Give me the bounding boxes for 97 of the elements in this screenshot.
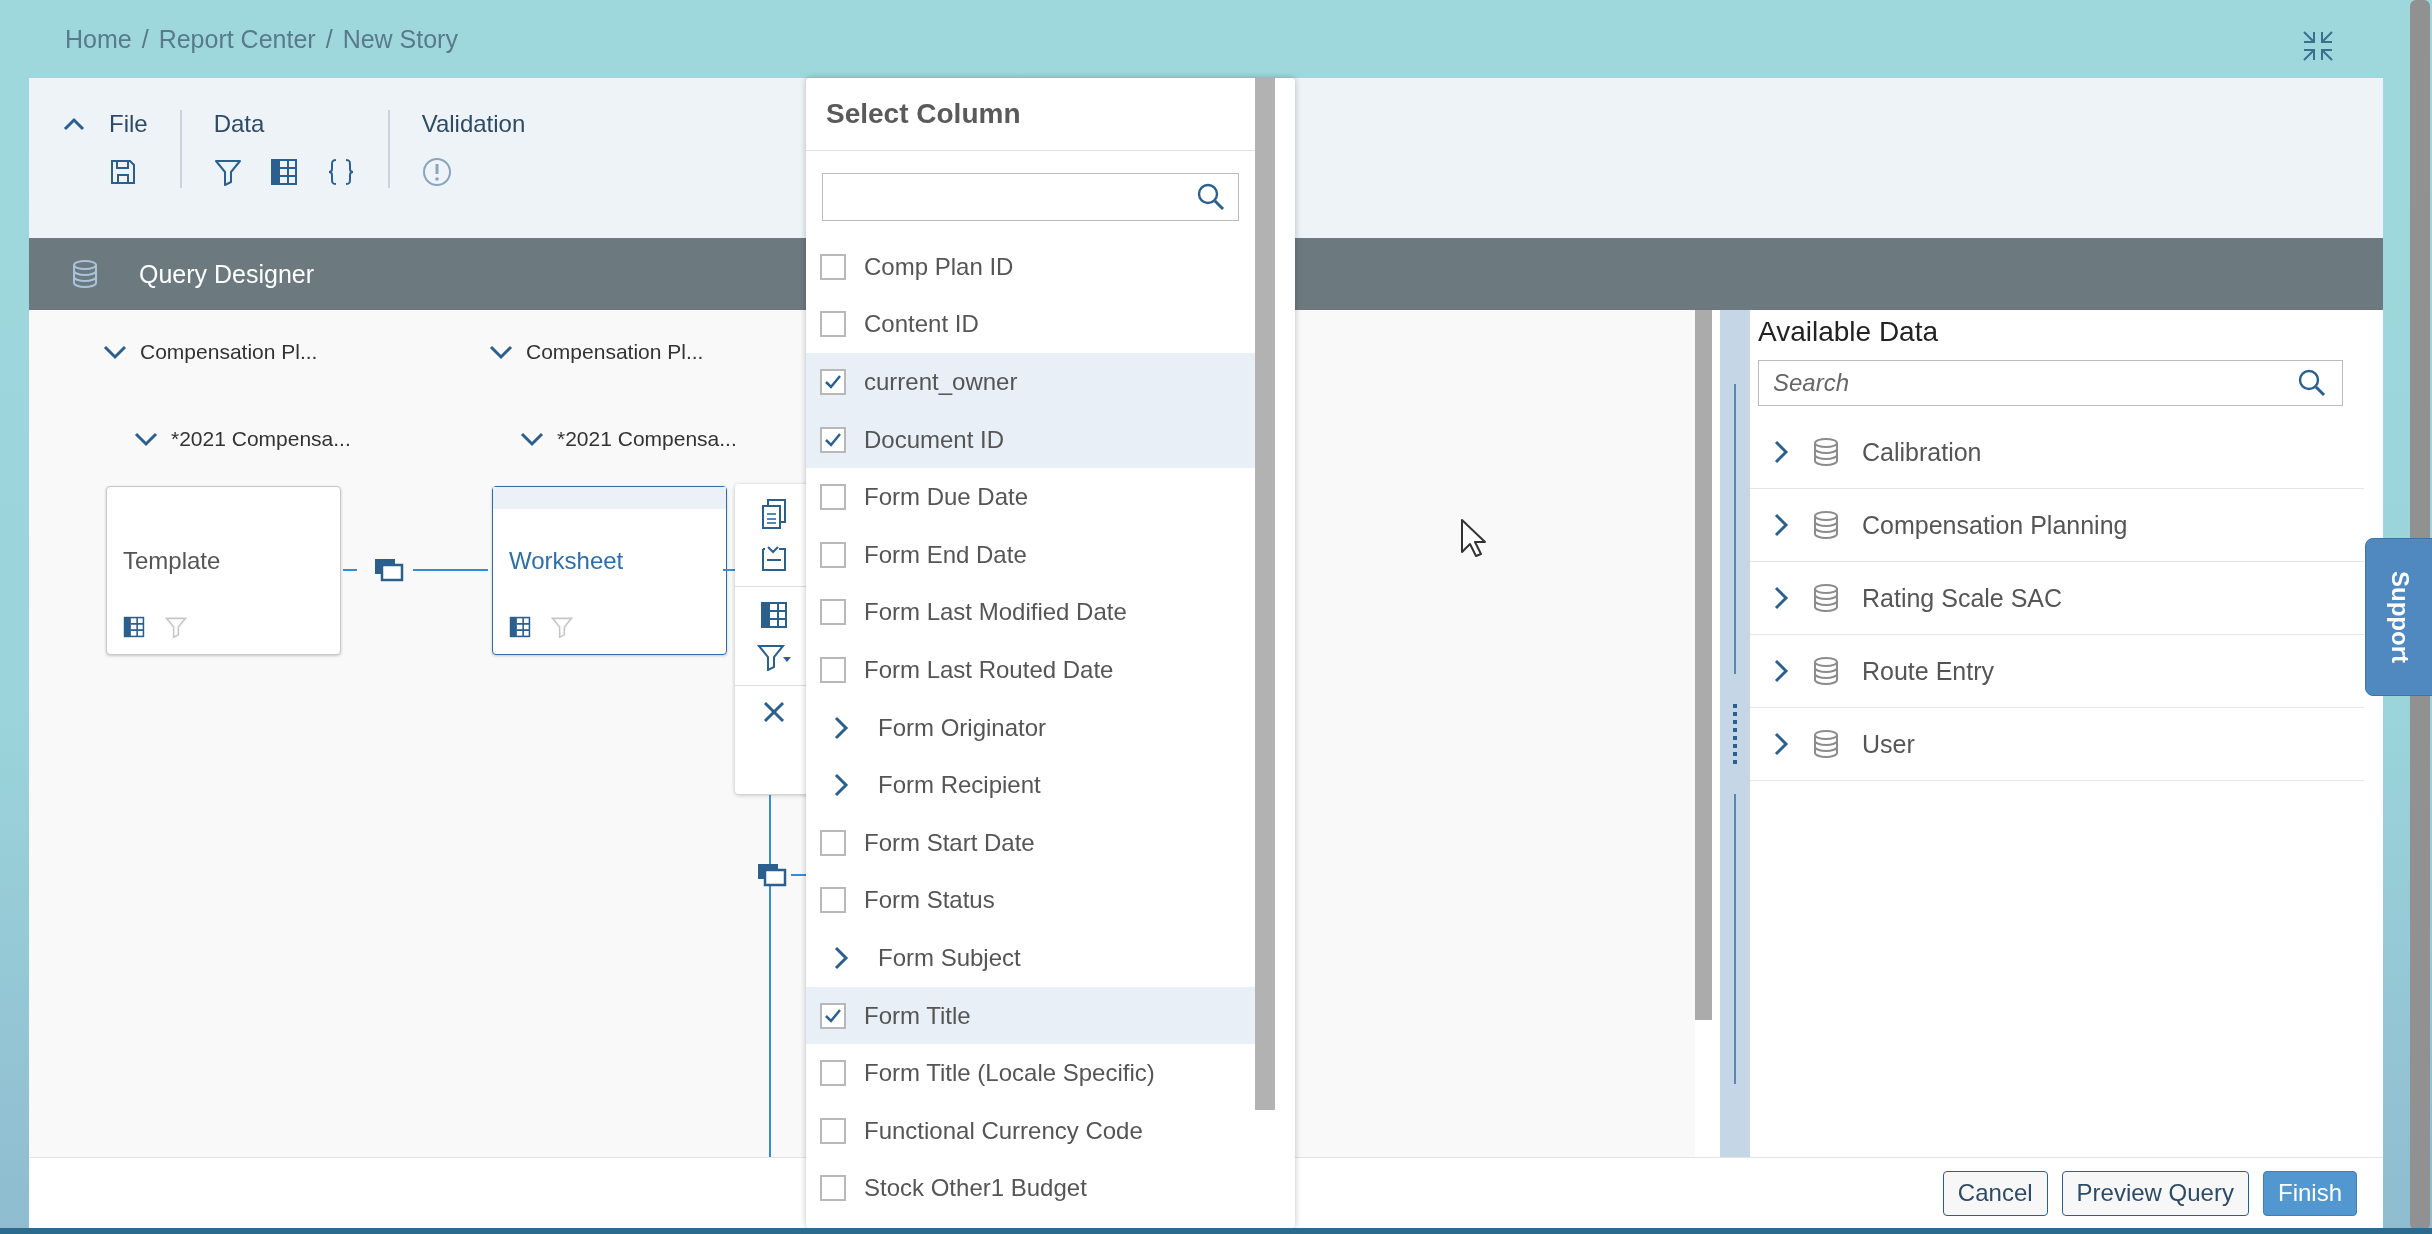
overlapping-squares-icon[interactable] [373,557,405,583]
chevron-right-icon[interactable] [832,944,850,971]
database-icon [1812,510,1840,540]
subgroup-label: *2021 Compensa... [557,427,737,451]
chevron-right-icon[interactable] [832,714,850,741]
scrollbar-thumb[interactable] [1255,78,1275,1110]
column-option[interactable]: Form Title [806,986,1255,1045]
checkbox[interactable] [820,1175,846,1202]
chevron-down-icon[interactable] [519,430,545,448]
search-icon[interactable] [1196,182,1226,212]
column-group[interactable]: Form Subject [806,929,1255,987]
node-card[interactable]: Template [106,486,341,655]
chevron-right-icon[interactable] [1772,512,1790,538]
column-option[interactable]: Form Last Modified Date [806,583,1255,642]
checkbox[interactable] [820,311,846,338]
toolbar-group-label: Data [213,110,266,138]
checkbox[interactable] [820,426,846,453]
table-icon[interactable] [760,601,788,629]
chevron-right-icon[interactable] [832,772,850,799]
chevron-down-icon[interactable] [488,343,514,361]
checklist-icon[interactable] [760,544,788,572]
checkbox[interactable] [820,656,846,683]
checkbox[interactable] [820,829,846,856]
column-option[interactable]: Form Due Date [806,468,1255,526]
data-source-item[interactable]: User [1750,708,2364,781]
group-label: Compensation Pl... [140,340,318,364]
database-icon [1812,729,1840,759]
column-option[interactable]: Content ID [806,295,1255,354]
column-option[interactable]: Form Title (Locale Specific) [806,1044,1255,1102]
collapse-icon[interactable] [63,116,85,132]
database-icon [1812,656,1840,686]
table-icon[interactable] [269,158,298,186]
checkbox[interactable] [820,1002,846,1029]
table-icon[interactable] [509,616,531,638]
cursor-icon [1460,518,1486,558]
checkbox[interactable] [820,484,846,511]
table-icon[interactable] [123,616,145,638]
column-option[interactable]: current_owner [806,353,1255,411]
database-icon [1812,583,1840,613]
checkmark-icon [824,1007,842,1024]
checkbox[interactable] [820,541,846,568]
search-icon[interactable] [2297,368,2327,398]
subgroup-label: *2021 Compensa... [171,427,351,451]
chevron-right-icon[interactable] [1772,658,1790,684]
save-icon[interactable] [109,158,137,186]
toolbar-group-label: File [109,110,148,138]
column-option[interactable]: Document ID [806,410,1255,469]
chevron-right-icon[interactable] [1772,731,1790,757]
checkbox[interactable] [820,369,846,395]
column-option[interactable]: Form Last Routed Date [806,641,1255,699]
data-source-item[interactable]: Route Entry [1750,635,2364,708]
checkmark-icon [824,374,842,390]
checkbox[interactable] [820,253,846,280]
column-group[interactable]: Form Recipient [806,756,1255,814]
chevron-right-icon[interactable] [1772,585,1790,611]
data-source-item[interactable]: Compensation Planning [1750,489,2364,562]
checkbox[interactable] [820,1060,846,1087]
column-option[interactable]: Form Status [806,871,1255,930]
checkbox[interactable] [820,599,846,626]
data-source-item[interactable]: Calibration [1750,416,2364,489]
toolbar-group-label: Validation [421,110,526,138]
database-icon [1812,437,1840,467]
column-option[interactable]: Form Start Date [806,813,1255,872]
column-option[interactable]: Functional Currency Code [806,1101,1255,1160]
column-option[interactable]: Stock Other1 Budget [806,1159,1255,1218]
close-icon[interactable] [762,700,786,724]
column-option[interactable]: Comp Plan ID [806,238,1255,296]
support-tab[interactable]: Support [2365,538,2432,696]
checkbox[interactable] [820,887,846,914]
node-label: Worksheet [509,547,624,575]
group-label: Compensation Pl... [526,340,704,364]
database-icon [71,259,99,289]
column-group[interactable]: Form Originator [806,698,1255,757]
footer-button[interactable]: Preview Query [2061,1170,2249,1216]
footer-button[interactable]: Cancel [1942,1170,2048,1216]
data-source-item[interactable]: Rating Scale SAC [1750,562,2364,635]
scrollbar-thumb[interactable] [1695,310,1712,1020]
splitter-handle[interactable] [1720,310,1750,1157]
search-field[interactable]: Search [1758,360,2343,406]
section-title: Query Designer [139,259,315,289]
filter-icon[interactable] [213,158,242,186]
panel-title: Available Data [1757,315,1940,349]
node-label: Template [123,547,221,575]
chevron-down-icon[interactable] [133,430,159,448]
search-field[interactable] [822,173,1239,221]
chevron-right-icon[interactable] [1772,439,1790,465]
overlapping-squares-icon[interactable] [756,862,788,888]
node-card[interactable]: Worksheet [492,486,727,655]
exit-fullscreen-icon[interactable] [2302,30,2334,62]
breadcrumb-separator: / [141,24,149,54]
column-option[interactable]: Form End Date [806,525,1255,584]
copy-icon[interactable] [760,498,788,530]
filter-dropdown-icon[interactable] [757,643,791,671]
chevron-down-icon[interactable] [102,343,128,361]
checkbox[interactable] [820,1117,846,1144]
breadcrumb-separator: / [325,24,333,54]
checkmark-icon [824,431,842,448]
